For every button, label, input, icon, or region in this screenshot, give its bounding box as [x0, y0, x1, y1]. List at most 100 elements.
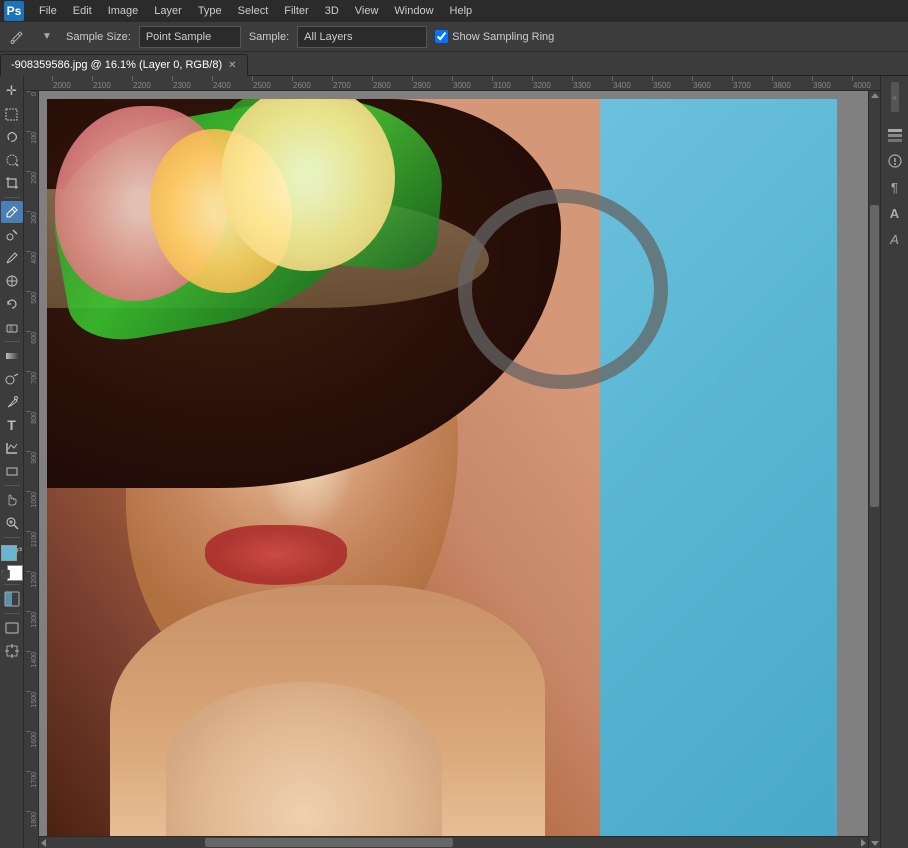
menu-layer[interactable]: Layer: [147, 3, 189, 19]
eyedropper-options-icon[interactable]: [6, 26, 28, 48]
pen-tool[interactable]: [1, 391, 23, 413]
scroll-thumb[interactable]: [870, 205, 879, 508]
ruler-v-mark: 1700: [26, 771, 38, 811]
menu-filter[interactable]: Filter: [277, 3, 315, 19]
eraser-tool[interactable]: [1, 316, 23, 338]
menu-help[interactable]: Help: [443, 3, 480, 19]
ruler-v-mark: 700: [26, 371, 38, 411]
ruler-h-mark: 3100: [492, 76, 532, 90]
ruler-v-mark: 600: [26, 331, 38, 371]
menu-file[interactable]: File: [32, 3, 64, 19]
horizontal-ruler: 2000 2100 2200 2300 2400 2500 2600 2700 …: [24, 76, 880, 91]
character-panel-toggle[interactable]: A: [884, 202, 906, 224]
ruler-h-mark: 3200: [532, 76, 572, 90]
ruler-v-mark: 1000: [26, 491, 38, 531]
canvas-area[interactable]: [39, 91, 880, 848]
ruler-h-mark: 2500: [252, 76, 292, 90]
ruler-v-mark: 200: [26, 171, 38, 211]
lasso-tool[interactable]: [1, 126, 23, 148]
sample-select[interactable]: All Layers Current Layer Current & Below: [297, 26, 427, 48]
scroll-h-thumb[interactable]: [205, 838, 454, 847]
ruler-h-mark: 2200: [132, 76, 172, 90]
ruler-v-mark: 1400: [26, 651, 38, 691]
eyedropper-tool[interactable]: [1, 201, 23, 223]
options-expand-icon[interactable]: ▼: [36, 26, 58, 48]
artboard-tool[interactable]: [1, 640, 23, 662]
scroll-up-arrow: [871, 93, 879, 98]
type-tool[interactable]: T: [1, 414, 23, 436]
show-sampling-ring-wrapper: Show Sampling Ring: [435, 30, 554, 43]
sample-size-dropdown-wrapper[interactable]: Point Sample 3 by 3 Average 5 by 5 Avera…: [139, 26, 241, 48]
ruler-v-mark: 0: [26, 91, 38, 131]
clone-stamp-tool[interactable]: [1, 270, 23, 292]
menu-3d[interactable]: 3D: [318, 3, 346, 19]
ruler-h-mark: 2400: [212, 76, 252, 90]
spot-heal-tool[interactable]: [1, 224, 23, 246]
paragraph-panel-toggle[interactable]: A: [884, 228, 906, 250]
ruler-h-mark: 3800: [772, 76, 812, 90]
marquee-tool[interactable]: [1, 103, 23, 125]
vertical-scrollbar[interactable]: [868, 91, 880, 848]
left-toolbar: ✛: [0, 76, 24, 848]
libraries-panel-toggle[interactable]: ¶: [884, 176, 906, 198]
toolbar-divider-5: [4, 584, 20, 585]
menu-select[interactable]: Select: [231, 3, 276, 19]
history-brush-tool[interactable]: [1, 293, 23, 315]
main-layout: ✛: [0, 76, 908, 848]
path-select-tool[interactable]: [1, 437, 23, 459]
toolbar-divider-2: [4, 341, 20, 342]
scroll-right-arrow: [861, 839, 866, 847]
tab-close-button[interactable]: ✕: [228, 60, 236, 71]
ruler-h-mark: 4000: [852, 76, 880, 90]
layers-panel-toggle[interactable]: [884, 124, 906, 146]
menu-image[interactable]: Image: [101, 3, 146, 19]
show-sampling-ring-label[interactable]: Show Sampling Ring: [452, 31, 554, 43]
screen-mode-tool[interactable]: [1, 617, 23, 639]
gradient-tool[interactable]: [1, 345, 23, 367]
horizontal-scrollbar[interactable]: [39, 836, 868, 848]
zoom-tool[interactable]: [1, 512, 23, 534]
crop-tool[interactable]: [1, 172, 23, 194]
ruler-h-mark: 2900: [412, 76, 452, 90]
ruler-h-mark: 2600: [292, 76, 332, 90]
dodge-tool[interactable]: [1, 368, 23, 390]
color-swatches-area: ⬛ ⇄: [1, 545, 23, 581]
properties-panel-toggle[interactable]: [884, 150, 906, 172]
ruler-v-mark: 1800: [26, 811, 38, 848]
menu-view[interactable]: View: [348, 3, 386, 19]
move-tool[interactable]: ✛: [1, 80, 23, 102]
quick-mask-tool[interactable]: [1, 588, 23, 610]
ruler-v-mark: 1600: [26, 731, 38, 771]
menu-type[interactable]: Type: [191, 3, 229, 19]
toolbar-divider-1: [4, 197, 20, 198]
ruler-h-mark: 3300: [572, 76, 612, 90]
swap-colors-icon[interactable]: ⇄: [16, 545, 23, 554]
foreground-color-swatch[interactable]: [1, 545, 17, 561]
panel-collapse-handle[interactable]: «: [891, 82, 899, 112]
reset-colors-icon[interactable]: ⬛: [1, 570, 11, 579]
sample-dropdown-wrapper[interactable]: All Layers Current Layer Current & Below: [297, 26, 427, 48]
ruler-v-mark: 1300: [26, 611, 38, 651]
tab-bar: -908359586.jpg @ 16.1% (Layer 0, RGB/8) …: [0, 52, 908, 76]
ruler-v-mark: 500: [26, 291, 38, 331]
quick-select-tool[interactable]: [1, 149, 23, 171]
ruler-h-mark: 2700: [332, 76, 372, 90]
ruler-v-mark: 400: [26, 251, 38, 291]
sample-label: Sample:: [249, 31, 289, 43]
sample-size-select[interactable]: Point Sample 3 by 3 Average 5 by 5 Avera…: [139, 26, 241, 48]
active-tab[interactable]: -908359586.jpg @ 16.1% (Layer 0, RGB/8) …: [0, 54, 248, 76]
brush-tool[interactable]: [1, 247, 23, 269]
ruler-h-mark: 3400: [612, 76, 652, 90]
menu-bar: Ps File Edit Image Layer Type Select Fil…: [0, 0, 908, 22]
scroll-left-arrow: [41, 839, 46, 847]
ruler-h-mark: 3000: [452, 76, 492, 90]
hand-tool[interactable]: [1, 489, 23, 511]
menu-edit[interactable]: Edit: [66, 3, 99, 19]
show-sampling-ring-checkbox[interactable]: [435, 30, 448, 43]
photo-canvas[interactable]: [47, 99, 837, 847]
ruler-v-mark: 100: [26, 131, 38, 171]
right-panel: « ¶ A A: [880, 76, 908, 848]
menu-window[interactable]: Window: [387, 3, 440, 19]
shape-tool[interactable]: [1, 460, 23, 482]
ruler-v-mark: 1100: [26, 531, 38, 571]
